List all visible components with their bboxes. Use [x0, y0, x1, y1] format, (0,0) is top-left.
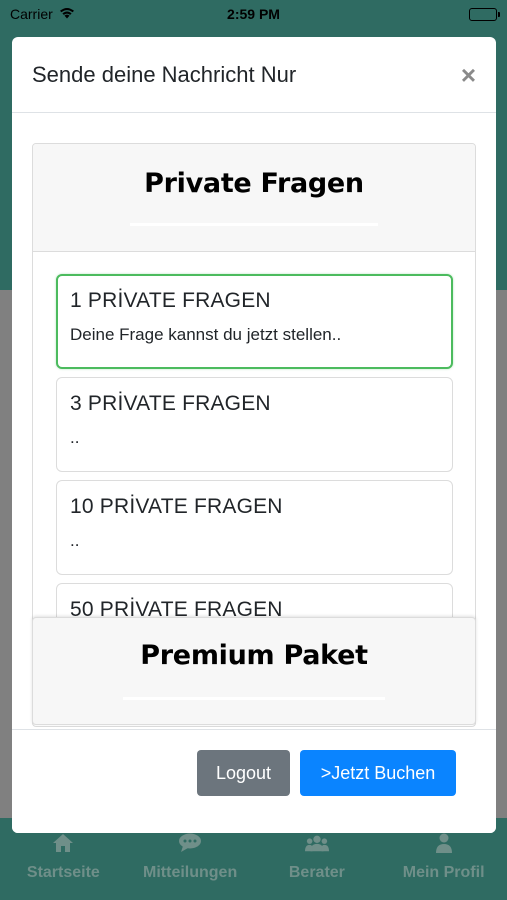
tab-label: Mitteilungen	[143, 864, 238, 881]
status-bar: Carrier 2:59 PM	[0, 0, 507, 28]
title-divider	[123, 697, 385, 700]
modal-footer: Logout >Jetzt Buchen	[12, 729, 496, 833]
tab-label: Mein Profil	[402, 864, 485, 881]
package-title: 10 PRİVATE FRAGEN	[70, 495, 283, 518]
package-title: 3 PRİVATE FRAGEN	[70, 392, 271, 415]
package-title: 1 PRİVATE FRAGEN	[70, 289, 271, 312]
person-icon	[432, 832, 456, 854]
private-questions-header: Private Fragen	[33, 144, 475, 252]
section-title: Premium Paket	[140, 640, 368, 671]
premium-package-card[interactable]: Premium Paket	[32, 617, 476, 725]
clock: 2:59 PM	[227, 6, 280, 22]
purchase-modal: Sende deine Nachricht Nur × Private Frag…	[12, 37, 496, 833]
users-icon	[304, 832, 329, 854]
package-description: ..	[70, 428, 80, 447]
package-option-10[interactable]: 10 PRİVATE FRAGEN ..	[56, 480, 453, 575]
chat-icon	[178, 832, 202, 854]
battery-icon	[469, 7, 500, 21]
package-option-3[interactable]: 3 PRİVATE FRAGEN ..	[56, 377, 453, 472]
tab-label: Startseite	[26, 864, 100, 881]
modal-header: Sende deine Nachricht Nur ×	[12, 37, 496, 113]
close-icon[interactable]: ×	[461, 62, 476, 88]
logout-button[interactable]: Logout	[197, 750, 290, 796]
title-divider	[130, 223, 378, 226]
package-description: Deine Frage kannst du jetzt stellen..	[70, 325, 342, 344]
modal-title: Sende deine Nachricht Nur	[32, 61, 297, 87]
package-option-1[interactable]: 1 PRİVATE FRAGEN Deine Frage kannst du j…	[56, 274, 453, 369]
buy-now-button[interactable]: >Jetzt Buchen	[300, 750, 456, 796]
tab-label: Berater	[288, 864, 345, 881]
package-description: ..	[70, 531, 80, 550]
section-title: Private Fragen	[144, 168, 364, 199]
home-icon	[51, 832, 75, 854]
